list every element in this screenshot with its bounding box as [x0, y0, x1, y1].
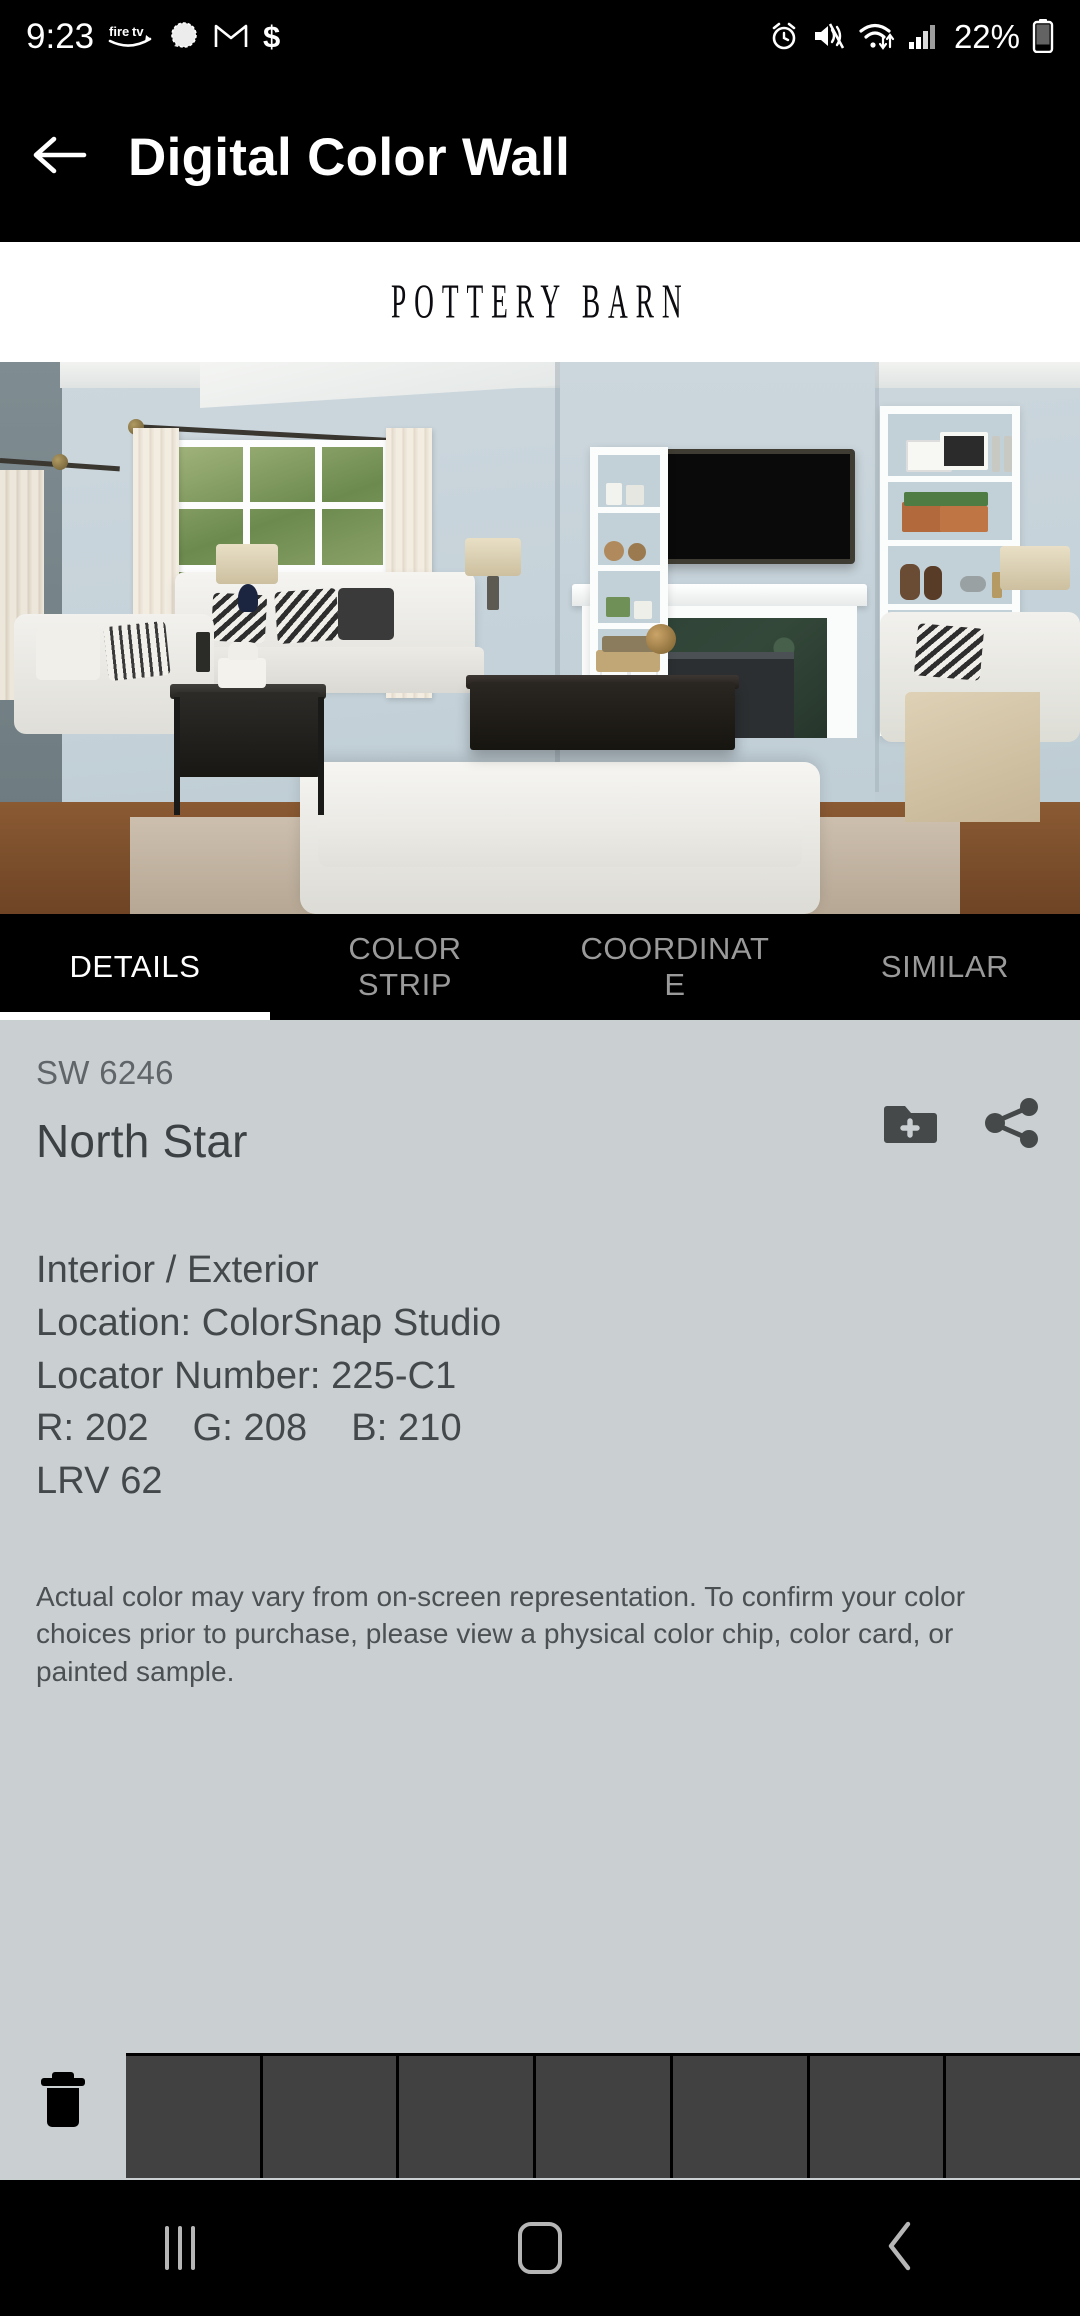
share-button[interactable] [984, 1096, 1042, 1155]
spec-rgb-g: G: 208 [192, 1407, 308, 1450]
page-title: Digital Color Wall [128, 127, 571, 187]
back-arrow-icon [30, 132, 88, 183]
back-button[interactable] [0, 132, 118, 183]
color-header: SW 6246 North Star [36, 1054, 1044, 1168]
signal-messenger-icon [168, 20, 200, 52]
color-code: SW 6246 [36, 1054, 174, 1091]
color-detail-panel: SW 6246 North Star Interior / Exterior L… [0, 1020, 1080, 2020]
home-button[interactable] [460, 2222, 620, 2274]
status-bar: 9:23 fire tv $ 22% [0, 0, 1080, 72]
spec-locator-number: Locator Number: 225-C1 [36, 1354, 457, 1397]
nav-back-icon [882, 2218, 918, 2279]
wifi-icon [858, 20, 896, 52]
spec-rgb-r: R: 202 [36, 1407, 149, 1450]
spec-usage: Interior / Exterior [36, 1249, 319, 1291]
status-time: 9:23 [26, 16, 95, 56]
svg-text:$: $ [263, 20, 280, 52]
brand-bar: POTTERY BARN [0, 242, 1080, 362]
palette-slot[interactable] [126, 2056, 260, 2178]
battery-percent: 22% [953, 17, 1020, 55]
dollar-icon: $ [262, 20, 286, 52]
palette-slot[interactable] [262, 2056, 397, 2178]
tab-details[interactable]: DETAILS [0, 914, 270, 1020]
spec-rgb-b: B: 210 [351, 1407, 462, 1450]
battery-icon [1032, 19, 1054, 53]
color-actions [884, 1096, 1042, 1155]
palette-slots [126, 2053, 1080, 2178]
home-icon [518, 2222, 562, 2274]
tab-similar-label: SIMILAR [880, 948, 1010, 984]
tab-coordinate[interactable]: COORDINAT E [540, 914, 810, 1020]
app-bar: Digital Color Wall [0, 72, 1080, 242]
alarm-icon [768, 20, 800, 52]
tab-coordinate-label: COORDINAT E [580, 930, 770, 1002]
night-mode-button[interactable] [978, 907, 1038, 914]
mute-vibrate-icon [812, 21, 846, 51]
nav-back-button[interactable] [820, 2218, 980, 2279]
room-scene-image[interactable] [0, 362, 1080, 914]
trash-icon [35, 2066, 91, 2135]
firetv-icon: fire tv [108, 21, 154, 51]
delete-palette-button[interactable] [0, 2020, 126, 2180]
palette-slot[interactable] [399, 2056, 534, 2178]
spec-rgb: R: 202 G: 208 B: 210 [36, 1402, 1044, 1455]
spec-lrv: LRV 62 [36, 1460, 163, 1503]
pottery-barn-logo: POTTERY BARN [390, 275, 690, 329]
palette-strip [0, 2020, 1080, 2180]
tab-similar[interactable]: SIMILAR [810, 914, 1080, 1020]
folder-plus-icon [884, 1106, 940, 1152]
section-tabs: DETAILS COLOR STRIP COORDINAT E SIMILAR [0, 914, 1080, 1020]
recents-button[interactable] [100, 2226, 260, 2270]
add-to-folder-button[interactable] [884, 1098, 940, 1153]
color-specs: Interior / Exterior Location: ColorSnap … [36, 1244, 1044, 1508]
room-illustration [0, 362, 1080, 914]
status-bar-left: 9:23 fire tv $ [26, 19, 286, 54]
gmail-icon [214, 22, 248, 50]
palette-slot[interactable] [672, 2056, 807, 2178]
color-disclaimer: Actual color may vary from on-screen rep… [36, 1581, 966, 1687]
spec-location: Location: ColorSnap Studio [36, 1301, 502, 1344]
cellular-signal-icon [908, 21, 938, 51]
tab-color-strip[interactable]: COLOR STRIP [270, 914, 540, 1020]
tab-color-strip-label: COLOR STRIP [348, 930, 462, 1002]
phone-screen: 9:23 fire tv $ 22% Digital Color Wall PO… [0, 0, 1080, 2316]
palette-slot[interactable] [809, 2056, 944, 2178]
status-bar-right: 22% [768, 19, 1054, 53]
recents-icon [165, 2226, 195, 2270]
svg-text:tv: tv [132, 24, 144, 39]
palette-slot[interactable] [946, 2056, 1080, 2178]
android-nav-bar [0, 2180, 1080, 2316]
tab-details-label: DETAILS [69, 948, 201, 984]
share-icon [984, 1098, 1042, 1154]
palette-slot[interactable] [536, 2056, 670, 2178]
svg-text:fire: fire [109, 24, 129, 39]
